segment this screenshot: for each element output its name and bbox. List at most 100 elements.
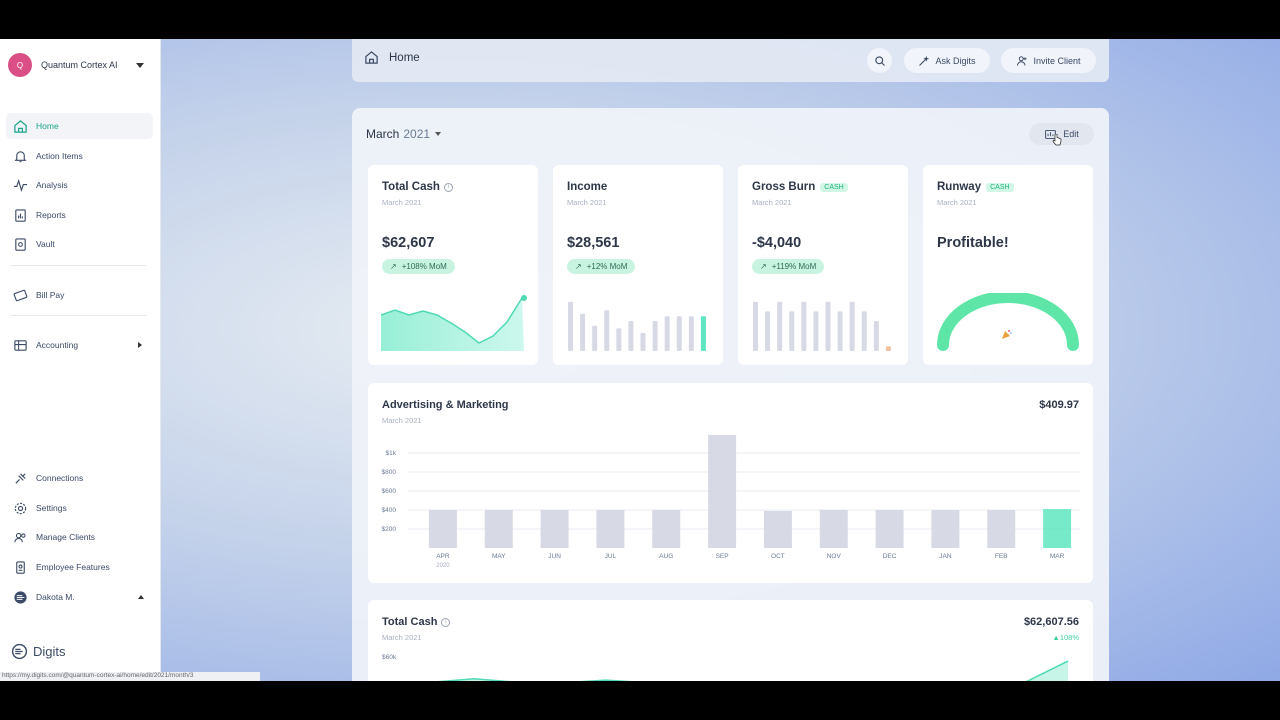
sidebar-item-label: Analysis bbox=[36, 180, 68, 190]
plug-icon bbox=[15, 472, 26, 484]
card-value: $28,561 bbox=[567, 235, 620, 251]
runway-card[interactable]: Runway CASH March 2021 Profitable! bbox=[923, 165, 1093, 365]
card-period: March 2021 bbox=[752, 198, 792, 207]
bar[interactable] bbox=[540, 510, 569, 548]
invite-client-label: Invite Client bbox=[1033, 55, 1081, 66]
x-tick-label: DEC bbox=[883, 553, 897, 560]
advertising-bar-chart: $1k $800 $600 $400 $200 APR 2020 MAY JUN JUL AUG SE… bbox=[382, 435, 1080, 569]
card-period: March 2021 bbox=[567, 198, 607, 207]
bar[interactable] bbox=[708, 435, 737, 548]
sidebar-item-label: Manage Clients bbox=[36, 532, 96, 542]
invite-client-button[interactable]: Invite Client bbox=[1001, 48, 1096, 73]
mini-bar bbox=[861, 311, 867, 351]
card-title: Gross Burn CASH bbox=[752, 181, 848, 193]
bar[interactable] bbox=[875, 510, 904, 548]
sidebar-item-employee-features[interactable]: Employee Features bbox=[6, 554, 153, 580]
sparkle-wand-icon bbox=[919, 55, 930, 66]
sidebar-item-label: Settings bbox=[36, 503, 67, 513]
cash-tag: CASH bbox=[820, 182, 848, 192]
x-tick-label: JUL bbox=[605, 553, 617, 560]
gross-burn-card[interactable]: Gross Burn CASH March 2021 -$4,040 ↗ +11… bbox=[738, 165, 908, 365]
total-cash-area-chart bbox=[437, 660, 1069, 681]
mini-bar bbox=[777, 301, 783, 351]
bar[interactable] bbox=[484, 510, 513, 548]
brand-name: Digits bbox=[33, 644, 66, 659]
org-name: Quantum Cortex AI bbox=[41, 60, 118, 70]
vault-icon bbox=[15, 237, 26, 251]
sidebar: Q Quantum Cortex AI Home Action Items An… bbox=[0, 39, 260, 681]
runway-gauge bbox=[937, 293, 1079, 351]
bar[interactable] bbox=[1043, 509, 1072, 548]
card-title: Runway CASH bbox=[937, 181, 1014, 193]
mini-bar bbox=[652, 321, 658, 351]
gross-burn-bar-chart bbox=[753, 301, 891, 351]
change-badge: ↗ +12% MoM bbox=[567, 259, 636, 274]
card-title: Total Cash i bbox=[382, 181, 453, 193]
bar[interactable] bbox=[428, 510, 457, 548]
search-icon bbox=[874, 55, 885, 66]
sidebar-item-analysis[interactable]: Analysis bbox=[6, 172, 153, 198]
mini-bar bbox=[616, 328, 622, 351]
sidebar-item-reports[interactable]: Reports bbox=[6, 202, 153, 228]
sidebar-item-manage-clients[interactable]: Manage Clients bbox=[6, 524, 153, 550]
sidebar-item-accounting[interactable]: Accounting bbox=[6, 332, 153, 358]
search-button[interactable] bbox=[867, 48, 892, 73]
total-cash-wide-card[interactable]: Total Cash i March 2021 $62,607.56 ▲108%… bbox=[368, 600, 1093, 681]
bar[interactable] bbox=[652, 510, 681, 548]
sidebar-item-settings[interactable]: Settings bbox=[6, 495, 153, 521]
x-tick-label: JUN bbox=[548, 553, 561, 560]
card-period: March 2021 bbox=[382, 198, 422, 207]
sidebar-item-label: Home bbox=[36, 121, 59, 131]
total-cash-card[interactable]: Total Cash i March 2021 $62,607 ↗ +108% … bbox=[368, 165, 538, 365]
sidebar-item-label: Reports bbox=[36, 210, 66, 220]
sidebar-item-label: Connections bbox=[36, 473, 84, 483]
sidebar-item-connections[interactable]: Connections bbox=[6, 465, 153, 491]
org-switcher[interactable]: Q Quantum Cortex AI bbox=[0, 47, 161, 83]
bar[interactable] bbox=[819, 510, 848, 548]
clients-icon bbox=[14, 532, 26, 542]
x-tick-label: NOV bbox=[827, 553, 842, 560]
mini-bar bbox=[604, 310, 610, 351]
mini-bar bbox=[688, 316, 694, 351]
period-selector[interactable]: March 2021 bbox=[366, 127, 442, 141]
card-value: $62,607 bbox=[382, 235, 435, 251]
mini-bar bbox=[568, 301, 573, 351]
sidebar-item-vault[interactable]: Vault bbox=[6, 231, 153, 257]
arrow-up-right-icon: ↗ bbox=[575, 262, 582, 271]
mini-bar bbox=[640, 333, 646, 351]
cursor-icon bbox=[1052, 134, 1062, 146]
area-line bbox=[437, 660, 1069, 681]
add-user-icon bbox=[1017, 55, 1027, 66]
chevron-down-icon bbox=[136, 62, 144, 68]
ledger-icon bbox=[14, 339, 27, 351]
x-tick-label: JAN bbox=[939, 553, 952, 560]
breadcrumb: Home bbox=[364, 50, 420, 65]
user-name: Dakota M. bbox=[36, 592, 75, 602]
arrow-up-right-icon: ↗ bbox=[760, 262, 767, 271]
bar[interactable] bbox=[596, 510, 625, 548]
income-card[interactable]: Income March 2021 $28,561 ↗ +12% MoM bbox=[553, 165, 723, 365]
home-icon bbox=[365, 51, 378, 64]
sidebar-item-action-items[interactable]: Action Items bbox=[6, 143, 153, 169]
info-icon[interactable]: i bbox=[443, 182, 453, 192]
bar[interactable] bbox=[987, 510, 1016, 548]
bar[interactable] bbox=[763, 510, 792, 548]
gauge-arc bbox=[937, 293, 1079, 351]
digits-logo[interactable]: Digits bbox=[11, 643, 66, 660]
area-fill bbox=[446, 661, 1068, 681]
sidebar-item-home[interactable]: Home bbox=[6, 113, 153, 139]
change-badge-text: +119% MoM bbox=[771, 262, 817, 271]
mini-bar bbox=[849, 301, 855, 351]
bar[interactable] bbox=[931, 510, 960, 548]
card-title-text: Total Cash bbox=[382, 181, 440, 193]
ask-digits-button[interactable]: Ask Digits bbox=[904, 48, 990, 73]
card-title: Income bbox=[567, 181, 608, 193]
sidebar-item-label: Bill Pay bbox=[36, 290, 65, 300]
cash-tag: CASH bbox=[986, 182, 1014, 192]
change-badge-text: +12% MoM bbox=[586, 262, 628, 271]
mini-bar bbox=[676, 316, 682, 351]
sidebar-item-bill-pay[interactable]: Bill Pay bbox=[6, 282, 153, 308]
card-title-text: Gross Burn bbox=[752, 181, 816, 193]
user-menu[interactable]: Dakota M. bbox=[6, 584, 153, 610]
advertising-marketing-card[interactable]: Advertising & Marketing March 2021 $409.… bbox=[368, 383, 1093, 583]
